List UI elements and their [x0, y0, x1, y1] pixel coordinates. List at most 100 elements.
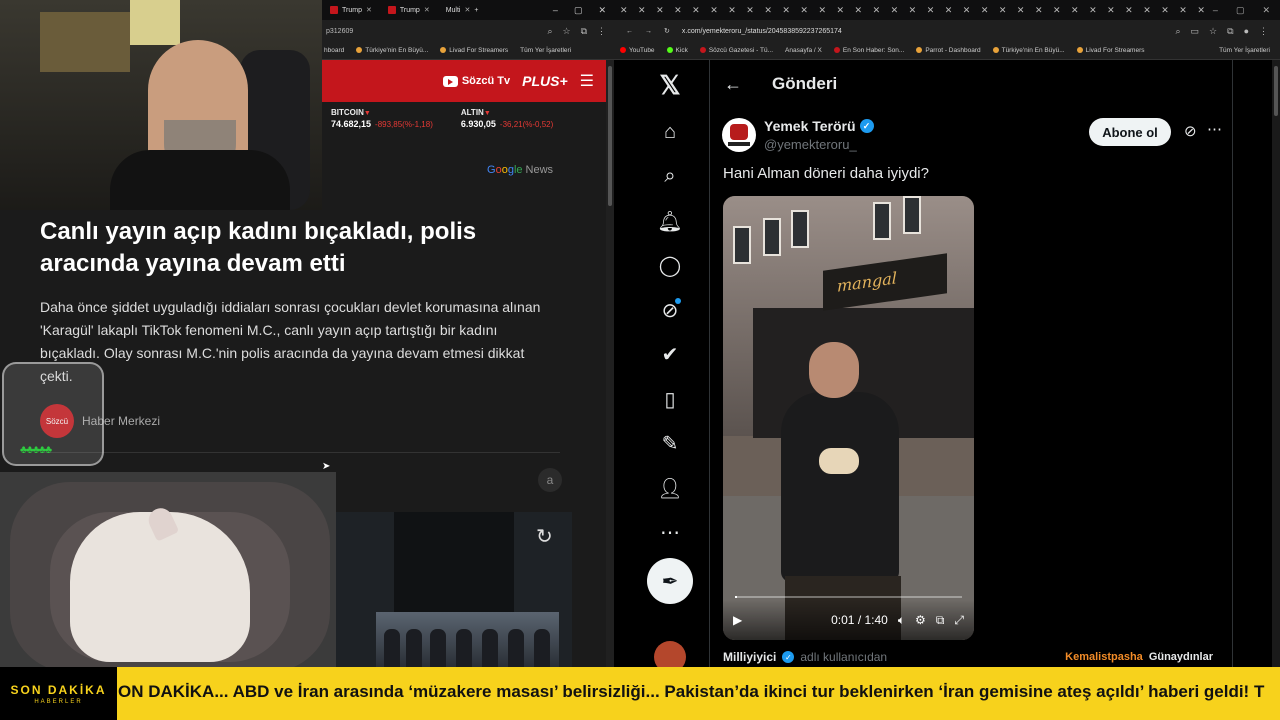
profile-icon[interactable]: 👤︎: [650, 466, 690, 511]
sozcu-tv-link[interactable]: Sözcü Tv: [442, 75, 510, 87]
messages-icon[interactable]: ◯: [650, 244, 690, 289]
bookmark-item[interactable]: Kick: [666, 47, 688, 54]
tab-strip[interactable]: ✕ ✕ ✕ ✕ ✕ ✕ ✕ ✕ ✕ ✕ ✕ ✕ ✕ ✕ ✕ ✕ ✕ ✕ ✕ ✕ …: [614, 5, 1213, 16]
left-address-bar[interactable]: p312609 ⌕ ☆ ⧉ ⋮: [322, 20, 614, 42]
bookmark-item[interactable]: Türkiye'nin En Büyü...: [992, 47, 1065, 54]
cast-icon[interactable]: ▭: [1191, 26, 1200, 37]
bookmark-item[interactable]: Anasayfa / X: [785, 47, 822, 54]
reload-icon[interactable]: ↻: [664, 27, 670, 35]
maximize-icon[interactable]: ▢: [574, 5, 583, 16]
left-scrollbar[interactable]: [606, 60, 614, 667]
minimize-icon[interactable]: –: [1213, 5, 1218, 16]
grok-icon[interactable]: ⊘: [650, 288, 690, 333]
close-window-icon[interactable]: ✕: [1262, 5, 1270, 16]
tab-trump-2[interactable]: Trump ✕: [380, 0, 438, 20]
bookmark-item[interactable]: Sözcü Gazetesi - Tü...: [699, 47, 773, 54]
menu-dots-icon[interactable]: ⋮: [1259, 26, 1268, 37]
scroll-thumb[interactable]: [1274, 66, 1278, 116]
forward-icon[interactable]: →: [645, 28, 652, 35]
more-circle-icon[interactable]: ⋯: [650, 511, 690, 556]
search-icon[interactable]: ⌕: [1175, 26, 1180, 37]
right-browser-window: ✕ ✕ ✕ ✕ ✕ ✕ ✕ ✕ ✕ ✕ ✕ ✕ ✕ ✕ ✕ ✕ ✕ ✕ ✕ ✕ …: [614, 0, 1280, 673]
minimize-icon[interactable]: –: [553, 5, 558, 16]
back-arrow-icon[interactable]: ←: [724, 74, 742, 95]
notification-dot: [675, 298, 681, 304]
bookmark-icon[interactable]: ▯: [650, 377, 690, 422]
right-tab-bar: ✕ ✕ ✕ ✕ ✕ ✕ ✕ ✕ ✕ ✕ ✕ ✕ ✕ ✕ ✕ ✕ ✕ ✕ ✕ ✕ …: [614, 0, 1280, 20]
market-item[interactable]: BITCOIN▼ 74.682,15 -893,85(%-1,18): [331, 108, 433, 142]
display-name[interactable]: Yemek Terörü ✓: [764, 118, 874, 134]
ticker-label: SON DAKİKA HABERLER: [0, 667, 117, 720]
bell-icon[interactable]: 🔔︎: [650, 199, 690, 244]
video-progress-bar[interactable]: [735, 596, 962, 598]
market-item[interactable]: ALTIN▼ 6.930,05 -36,21(%-0,52): [461, 108, 553, 142]
all-bookmarks[interactable]: Tüm Yer İşaretleri: [520, 47, 571, 54]
tab-trump-1[interactable]: Trump ✕: [322, 0, 380, 20]
back-icon[interactable]: ←: [626, 28, 633, 35]
zoom-icon[interactable]: ⌕: [547, 26, 552, 37]
toolbar-icons: ⌕ ▭ ☆ ⧉ ● ⋮: [1175, 26, 1280, 37]
bookmark-item[interactable]: hboard: [324, 47, 344, 54]
google-news-link[interactable]: Google News: [487, 164, 553, 176]
grok-explain-icon[interactable]: ⊘: [1184, 122, 1197, 140]
articles-icon[interactable]: ✎: [650, 422, 690, 467]
ticker-text: ON DAKİKA... ABD ve İran arasında ‘müzak…: [118, 682, 1265, 701]
bookmark-item[interactable]: YouTube: [620, 47, 655, 54]
all-bookmarks[interactable]: Tüm Yer İşaretleri: [1219, 47, 1280, 54]
news-thumbnail[interactable]: [376, 612, 559, 667]
down-arrow-icon: ▼: [483, 110, 491, 117]
play-icon[interactable]: ▶: [733, 613, 742, 627]
mouse-cursor-icon: ➤: [322, 461, 331, 472]
profile-icon[interactable]: ●: [1244, 26, 1249, 37]
tab-multi[interactable]: Multi ✕ +: [438, 0, 487, 20]
divider: [40, 452, 560, 453]
volume-icon[interactable]: 🔈︎: [898, 613, 905, 628]
bookmark-item[interactable]: En Son Haber: Son...: [833, 47, 904, 54]
new-tab-icon[interactable]: +: [474, 7, 478, 14]
screen: Trump ✕ Trump ✕ Multi ✕ + – ▢ ✕ p312609 ⌕ ☆ …: [0, 0, 1280, 720]
close-icon[interactable]: ✕: [424, 6, 430, 14]
star-icon[interactable]: ☆: [562, 26, 570, 37]
close-window-icon[interactable]: ✕: [598, 5, 606, 16]
verified-orgs-icon[interactable]: ✔︎: [650, 333, 690, 378]
right-scrollbar[interactable]: [1272, 60, 1280, 667]
reply-context-line: Milliyiyici ✓ adlı kullanıcıdan Kemalist…: [723, 650, 1213, 664]
sozcu-header: Sözcü Tv PLUS+ ☰: [322, 60, 608, 102]
close-icon[interactable]: ✕: [464, 6, 470, 14]
maximize-icon[interactable]: ▢: [1236, 5, 1245, 16]
reload-icon[interactable]: ↻: [536, 524, 553, 549]
bookmark-item[interactable]: Türkiye'nin En Büyü...: [356, 47, 428, 54]
reply-username[interactable]: Milliyiyici: [723, 650, 776, 664]
bookmark-item[interactable]: Parrot - Dashboard: [916, 47, 981, 54]
more-options-icon[interactable]: ⋯: [1207, 120, 1222, 138]
subscribe-button[interactable]: Abone ol: [1089, 118, 1171, 146]
handle[interactable]: @yemekteroru_: [764, 137, 857, 152]
x-logo-icon[interactable]: 𝕏: [650, 66, 690, 104]
bookmark-item[interactable]: Livad For Streamers: [440, 47, 508, 54]
star-icon[interactable]: ☆: [1209, 26, 1217, 37]
post-header: ← Gönderi: [710, 62, 1232, 106]
bookmark-item[interactable]: Livad For Streamers: [1076, 47, 1145, 54]
pip-icon[interactable]: ⧉: [936, 613, 945, 628]
tweet-video[interactable]: mangal ▶ 0:01 / 1:40 🔈︎ ⚙ ⧉ ⤢: [723, 196, 974, 640]
search-icon[interactable]: ⌕: [650, 155, 690, 200]
menu-dots-icon[interactable]: ⋮: [597, 26, 606, 37]
hamburger-menu-icon[interactable]: ☰: [580, 71, 594, 91]
extension-icon[interactable]: ⧉: [1227, 26, 1233, 37]
settings-gear-icon[interactable]: ⚙: [915, 613, 926, 627]
author-avatar[interactable]: [722, 118, 756, 152]
compose-post-button[interactable]: ✒: [647, 558, 693, 604]
plus-logo[interactable]: PLUS+: [522, 73, 568, 89]
close-icon[interactable]: ✕: [366, 6, 372, 14]
url-text[interactable]: x.com/yemekteroru_/status/20458385922372…: [682, 28, 842, 35]
bookmark-favicon-icon: [992, 47, 999, 54]
fullscreen-icon[interactable]: ⤢: [954, 613, 964, 628]
x-sidebar: 𝕏 ⌂ ⌕ 🔔︎ ◯ ⊘ ✔︎ ▯ ✎ 👤︎ ⋯: [644, 66, 696, 555]
feather-icon: ✒: [661, 570, 679, 593]
bookmark-favicon-icon: [1076, 47, 1083, 54]
extension-icon[interactable]: ⧉: [581, 26, 587, 37]
scroll-thumb[interactable]: [608, 66, 612, 206]
home-icon[interactable]: ⌂: [650, 110, 690, 155]
share-button[interactable]: a: [538, 468, 562, 492]
url-text[interactable]: p312609: [326, 28, 353, 35]
